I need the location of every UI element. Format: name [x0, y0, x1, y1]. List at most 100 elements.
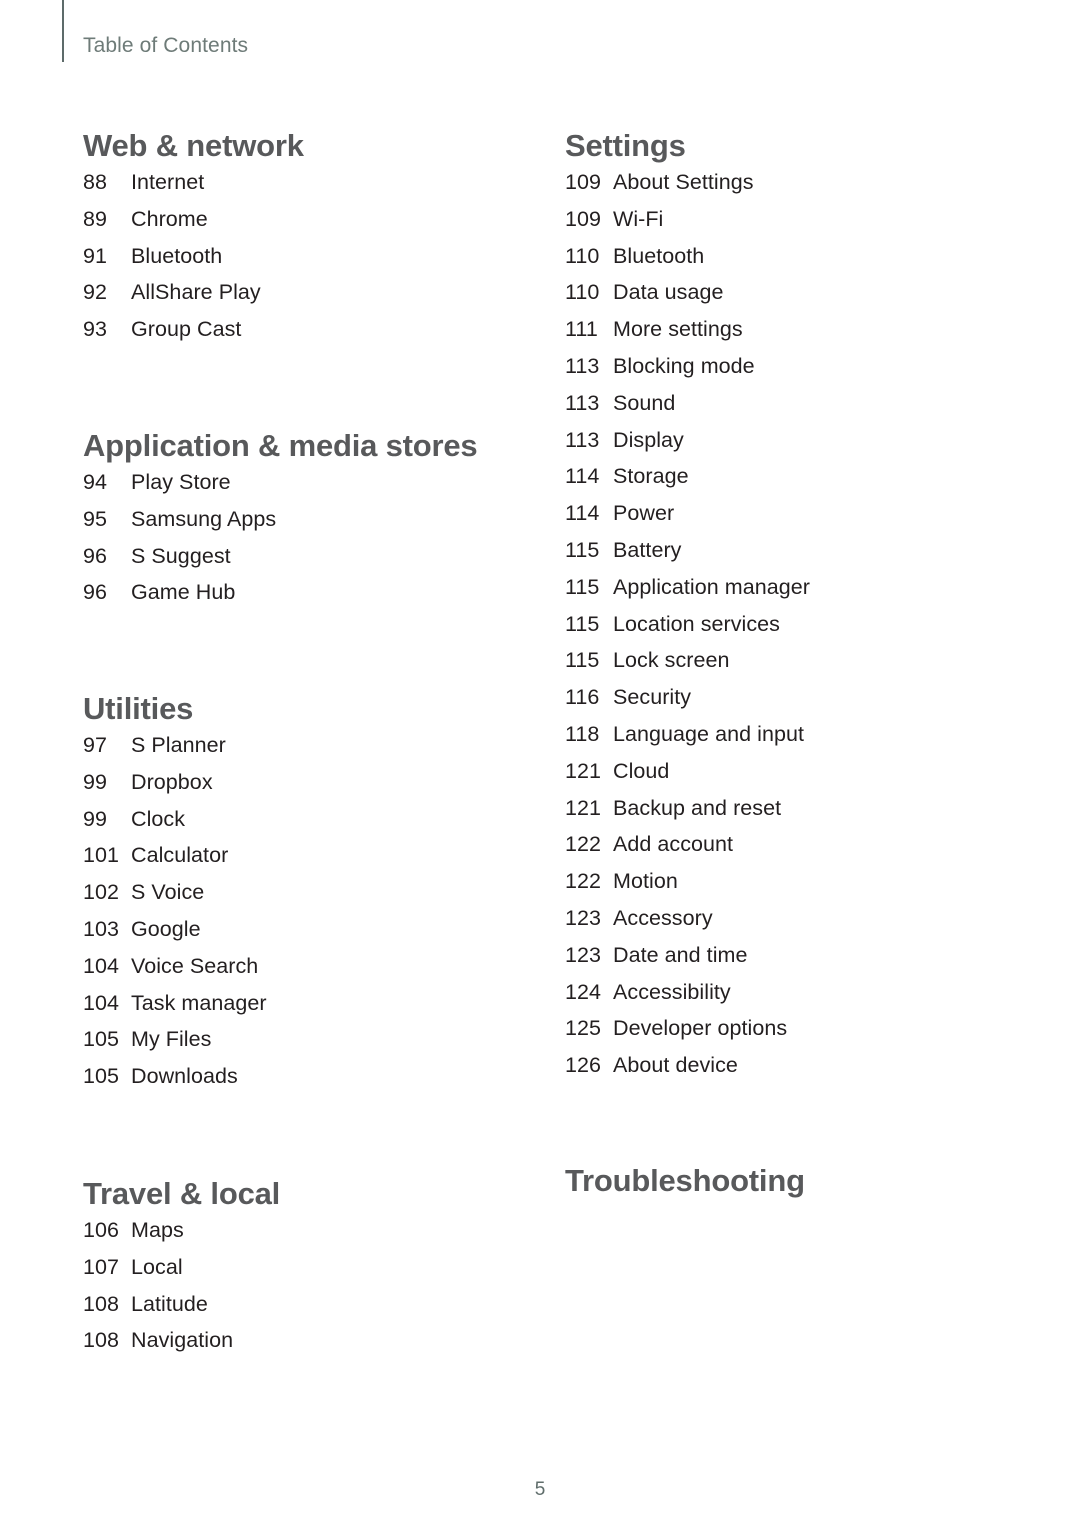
toc-entry[interactable]: 93 Group Cast: [83, 317, 553, 354]
toc-entry[interactable]: 106 Maps: [83, 1218, 553, 1255]
toc-entry-page-number: 88: [83, 170, 108, 194]
toc-section: Application & media stores 94 Play Store 95…: [83, 428, 553, 617]
toc-entry-page-number: 93: [83, 317, 108, 342]
toc-entry[interactable]: 121 Cloud: [565, 759, 1035, 796]
toc-entry-page-number: 106: [83, 1218, 120, 1242]
toc-entry-label: Group Cast: [131, 317, 242, 342]
toc-entry-label: Developer options: [613, 1016, 788, 1041]
toc-entry[interactable]: 115 Lock screen: [565, 648, 1035, 685]
toc-entry[interactable]: 109 About Settings: [565, 170, 1035, 207]
toc-section: Utilities 97 S Planner 99 Dropbox 99 Clock 101 C…: [83, 691, 553, 1101]
toc-entry-label: Game Hub: [131, 580, 236, 605]
toc-entry[interactable]: 126 About device: [565, 1053, 1035, 1090]
toc-entry[interactable]: 103 Google: [83, 917, 553, 954]
toc-entry-page-number: 114: [565, 464, 600, 489]
toc-entry[interactable]: 125 Developer options: [565, 1016, 1035, 1053]
toc-entry[interactable]: 110 Data usage: [565, 280, 1035, 317]
toc-entry[interactable]: 115 Battery: [565, 538, 1035, 575]
toc-section-title: Travel & local: [83, 1176, 281, 1211]
toc-entry[interactable]: 102 S Voice: [83, 880, 553, 917]
toc-entry-page-number: 118: [565, 721, 600, 746]
toc-entry[interactable]: 105 Downloads: [83, 1064, 553, 1101]
page-number: 5: [534, 1479, 546, 1500]
toc-entry-label: S Planner: [131, 733, 226, 757]
toc-entry-label: Accessory: [613, 905, 713, 930]
toc-entry[interactable]: 89 Chrome: [83, 207, 553, 244]
toc-entry-label: Motion: [613, 869, 678, 894]
toc-entry-label: S Suggest: [131, 543, 231, 568]
toc-entry-label: Latitude: [131, 1291, 208, 1316]
toc-entry[interactable]: 115 Application manager: [565, 575, 1035, 612]
toc-entry[interactable]: 122 Motion: [565, 869, 1035, 906]
toc-entry[interactable]: 110 Bluetooth: [565, 244, 1035, 281]
toc-entry[interactable]: 96 S Suggest: [83, 544, 553, 581]
toc-section-title: Application & media stores: [83, 428, 478, 463]
toc-entry-label: Cloud: [613, 758, 670, 783]
toc-entry-page-number: 99: [83, 769, 108, 794]
toc-entry[interactable]: 121 Backup and reset: [565, 796, 1035, 833]
toc-entry-page-number: 108: [83, 1291, 120, 1316]
toc-entry-label: Navigation: [131, 1328, 234, 1353]
toc-entry[interactable]: 101 Calculator: [83, 843, 553, 880]
toc-entry[interactable]: 124 Accessibility: [565, 980, 1035, 1017]
toc-entry-label: Samsung Apps: [131, 506, 277, 531]
toc-entry-list: 94 Play Store 95 Samsung Apps 96 S Suggest 96 G…: [83, 470, 553, 617]
toc-entry[interactable]: 95 Samsung Apps: [83, 507, 553, 544]
toc-entry-page-number: 95: [83, 506, 108, 531]
toc-entry[interactable]: 118 Language and input: [565, 722, 1035, 759]
toc-entry-page-number: 126: [565, 1053, 602, 1078]
toc-entry-label: Local: [131, 1254, 183, 1279]
toc-entry[interactable]: 113 Sound: [565, 391, 1035, 428]
toc-entry-label: Add account: [613, 832, 734, 857]
toc-entry[interactable]: 105 My Files: [83, 1027, 553, 1064]
toc-entry[interactable]: 115 Location services: [565, 612, 1035, 649]
toc-entry[interactable]: 99 Dropbox: [83, 770, 553, 807]
toc-entry[interactable]: 96 Game Hub: [83, 580, 553, 617]
toc-entry[interactable]: 109 Wi-Fi: [565, 207, 1035, 244]
toc-entry-page-number: 111: [565, 317, 598, 342]
toc-entry[interactable]: 123 Date and time: [565, 943, 1035, 980]
toc-section-title: Settings: [565, 128, 686, 163]
toc-entry-page-number: 96: [83, 580, 108, 605]
toc-entry-page-number: 113: [565, 390, 600, 415]
toc-entry[interactable]: 104 Task manager: [83, 991, 553, 1028]
toc-entry[interactable]: 104 Voice Search: [83, 954, 553, 991]
toc-entry[interactable]: 108 Navigation: [83, 1328, 553, 1365]
toc-entry[interactable]: 122 Add account: [565, 832, 1035, 869]
toc-entry-page-number: 115: [565, 574, 600, 599]
toc-entry-label: Language and input: [613, 721, 804, 746]
toc-entry[interactable]: 92 AllShare Play: [83, 280, 553, 317]
toc-entry-page-number: 124: [565, 979, 602, 1004]
toc-entry[interactable]: 108 Latitude: [83, 1292, 553, 1329]
toc-page: Table of Contents Web & network 88 Interne…: [0, 0, 1080, 1527]
toc-entry-label: Maps: [131, 1218, 184, 1242]
toc-entry-page-number: 123: [565, 905, 602, 930]
toc-entry[interactable]: 114 Storage: [565, 464, 1035, 501]
toc-entry-page-number: 113: [565, 427, 600, 452]
toc-entry-label: Dropbox: [131, 769, 213, 794]
toc-entry[interactable]: 111 More settings: [565, 317, 1035, 354]
toc-entry-page-number: 105: [83, 1027, 120, 1052]
toc-entry-label: Clock: [131, 806, 186, 831]
toc-entry[interactable]: 123 Accessory: [565, 906, 1035, 943]
toc-entry[interactable]: 88 Internet: [83, 170, 553, 207]
toc-entry[interactable]: 107 Local: [83, 1255, 553, 1292]
toc-entry[interactable]: 114 Power: [565, 501, 1035, 538]
toc-entry[interactable]: 113 Blocking mode: [565, 354, 1035, 391]
toc-entry-page-number: 115: [565, 648, 600, 673]
toc-entry[interactable]: 99 Clock: [83, 807, 553, 844]
toc-entry-label: Calculator: [131, 843, 229, 868]
toc-entry[interactable]: 97 S Planner: [83, 733, 553, 770]
toc-entry-page-number: 108: [83, 1328, 120, 1353]
toc-entry[interactable]: 116 Security: [565, 685, 1035, 722]
toc-entry-page-number: 96: [83, 543, 108, 568]
toc-entry-list: 106 Maps 107 Local 108 Latitude 108 Navigation: [83, 1218, 553, 1365]
toc-entry[interactable]: 113 Display: [565, 428, 1035, 465]
toc-entry[interactable]: 91 Bluetooth: [83, 244, 553, 281]
toc-entry[interactable]: 94 Play Store: [83, 470, 553, 507]
toc-entry-page-number: 114: [565, 501, 600, 526]
toc-entry-label: About device: [613, 1053, 738, 1078]
toc-entry-page-number: 115: [565, 611, 600, 636]
toc-entry-label: Internet: [131, 170, 205, 194]
toc-entry-page-number: 109: [565, 170, 602, 194]
